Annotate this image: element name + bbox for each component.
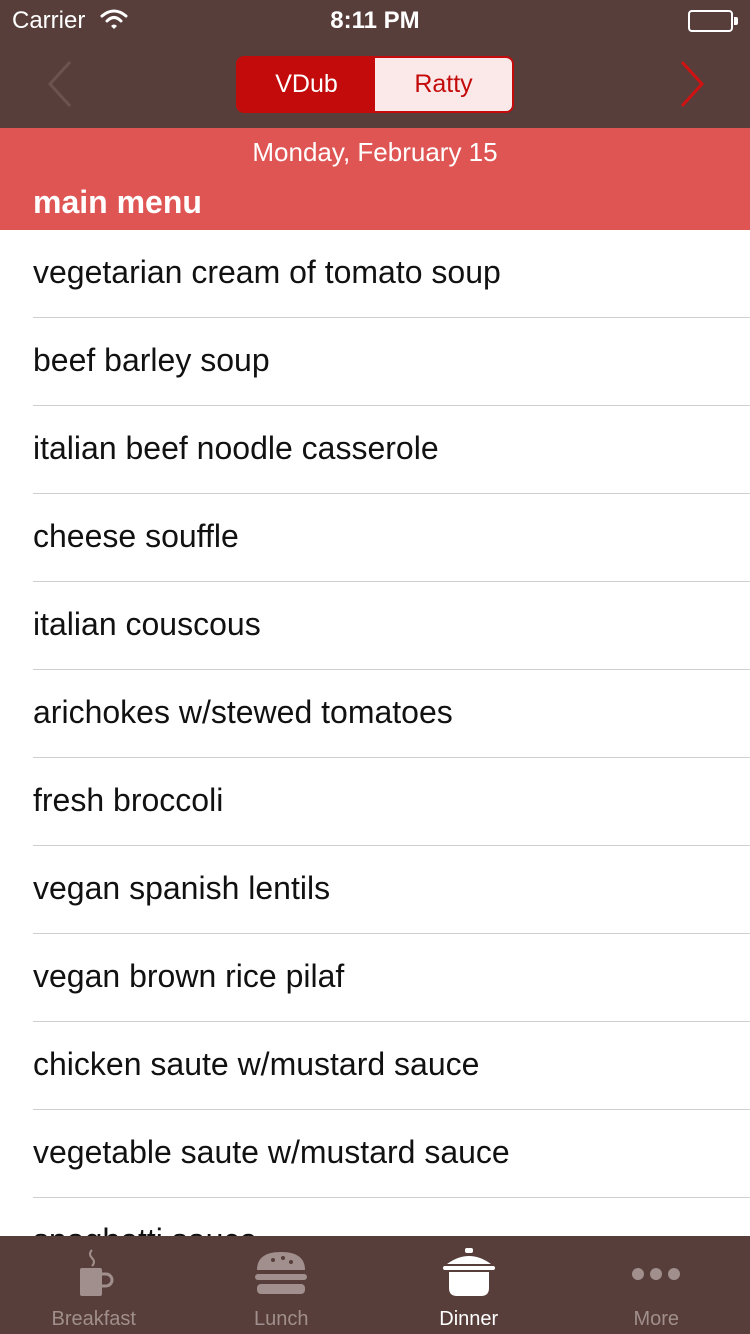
menu-item[interactable]: cheese souffle [0, 494, 750, 582]
status-time: 8:11 PM [330, 7, 420, 34]
menu-item-label: spaghetti sauce [33, 1222, 257, 1236]
menu-item[interactable]: italian beef noodle casserole [0, 406, 750, 494]
date-label: Monday, February 15 [252, 137, 498, 167]
menu-header: Monday, February 15 main menu [0, 128, 750, 230]
tab-label: More [633, 1308, 680, 1330]
more-dots-icon [626, 1246, 686, 1298]
chevron-right-icon[interactable] [672, 58, 712, 110]
menu-item[interactable]: vegan brown rice pilaf [0, 934, 750, 1022]
coffee-cup-icon [64, 1246, 124, 1298]
menu-item-label: vegetarian cream of tomato soup [33, 254, 501, 290]
menu-item-label: beef barley soup [33, 342, 270, 378]
tab-more[interactable]: More [563, 1236, 750, 1334]
tab-bar: Breakfast Lunch Dinner More [0, 1236, 750, 1334]
cooking-pot-icon [439, 1246, 499, 1298]
tab-breakfast[interactable]: Breakfast [0, 1236, 188, 1334]
tab-label: Lunch [254, 1308, 309, 1330]
menu-item[interactable]: vegetable saute w/mustard sauce [0, 1110, 750, 1198]
section-title: main menu [33, 184, 202, 220]
menu-item[interactable]: vegetarian cream of tomato soup [0, 230, 750, 318]
segment-ratty[interactable]: Ratty [375, 58, 512, 111]
menu-item[interactable]: chicken saute w/mustard sauce [0, 1022, 750, 1110]
menu-item-label: cheese souffle [33, 518, 239, 554]
dining-hall-selector[interactable]: VDub Ratty [236, 56, 514, 113]
menu-item-label: arichokes w/stewed tomatoes [33, 694, 453, 730]
menu-item-label: vegan spanish lentils [33, 870, 331, 906]
status-bar: Carrier 8:11 PM [0, 0, 750, 40]
menu-list[interactable]: vegetarian cream of tomato soup beef bar… [0, 230, 750, 1236]
nav-bar: VDub Ratty [0, 40, 750, 128]
tab-label: Dinner [439, 1308, 499, 1330]
menu-item[interactable]: vegan spanish lentils [0, 846, 750, 934]
menu-item-label: chicken saute w/mustard sauce [33, 1046, 480, 1082]
menu-item-label: italian beef noodle casserole [33, 430, 439, 466]
tab-label: Breakfast [51, 1308, 136, 1330]
menu-item[interactable]: italian couscous [0, 582, 750, 670]
tab-lunch[interactable]: Lunch [188, 1236, 376, 1334]
chevron-left-icon[interactable] [40, 58, 80, 110]
menu-item[interactable]: fresh broccoli [0, 758, 750, 846]
burger-icon [251, 1246, 311, 1298]
menu-item[interactable]: beef barley soup [0, 318, 750, 406]
menu-item[interactable]: spaghetti sauce [0, 1198, 750, 1236]
menu-item-label: vegan brown rice pilaf [33, 958, 345, 994]
tab-dinner[interactable]: Dinner [375, 1236, 563, 1334]
menu-item-label: fresh broccoli [33, 782, 224, 818]
battery-icon [688, 10, 738, 32]
menu-item-label: italian couscous [33, 606, 261, 642]
menu-item[interactable]: arichokes w/stewed tomatoes [0, 670, 750, 758]
segment-vdub[interactable]: VDub [238, 58, 375, 111]
menu-item-label: vegetable saute w/mustard sauce [33, 1134, 510, 1170]
